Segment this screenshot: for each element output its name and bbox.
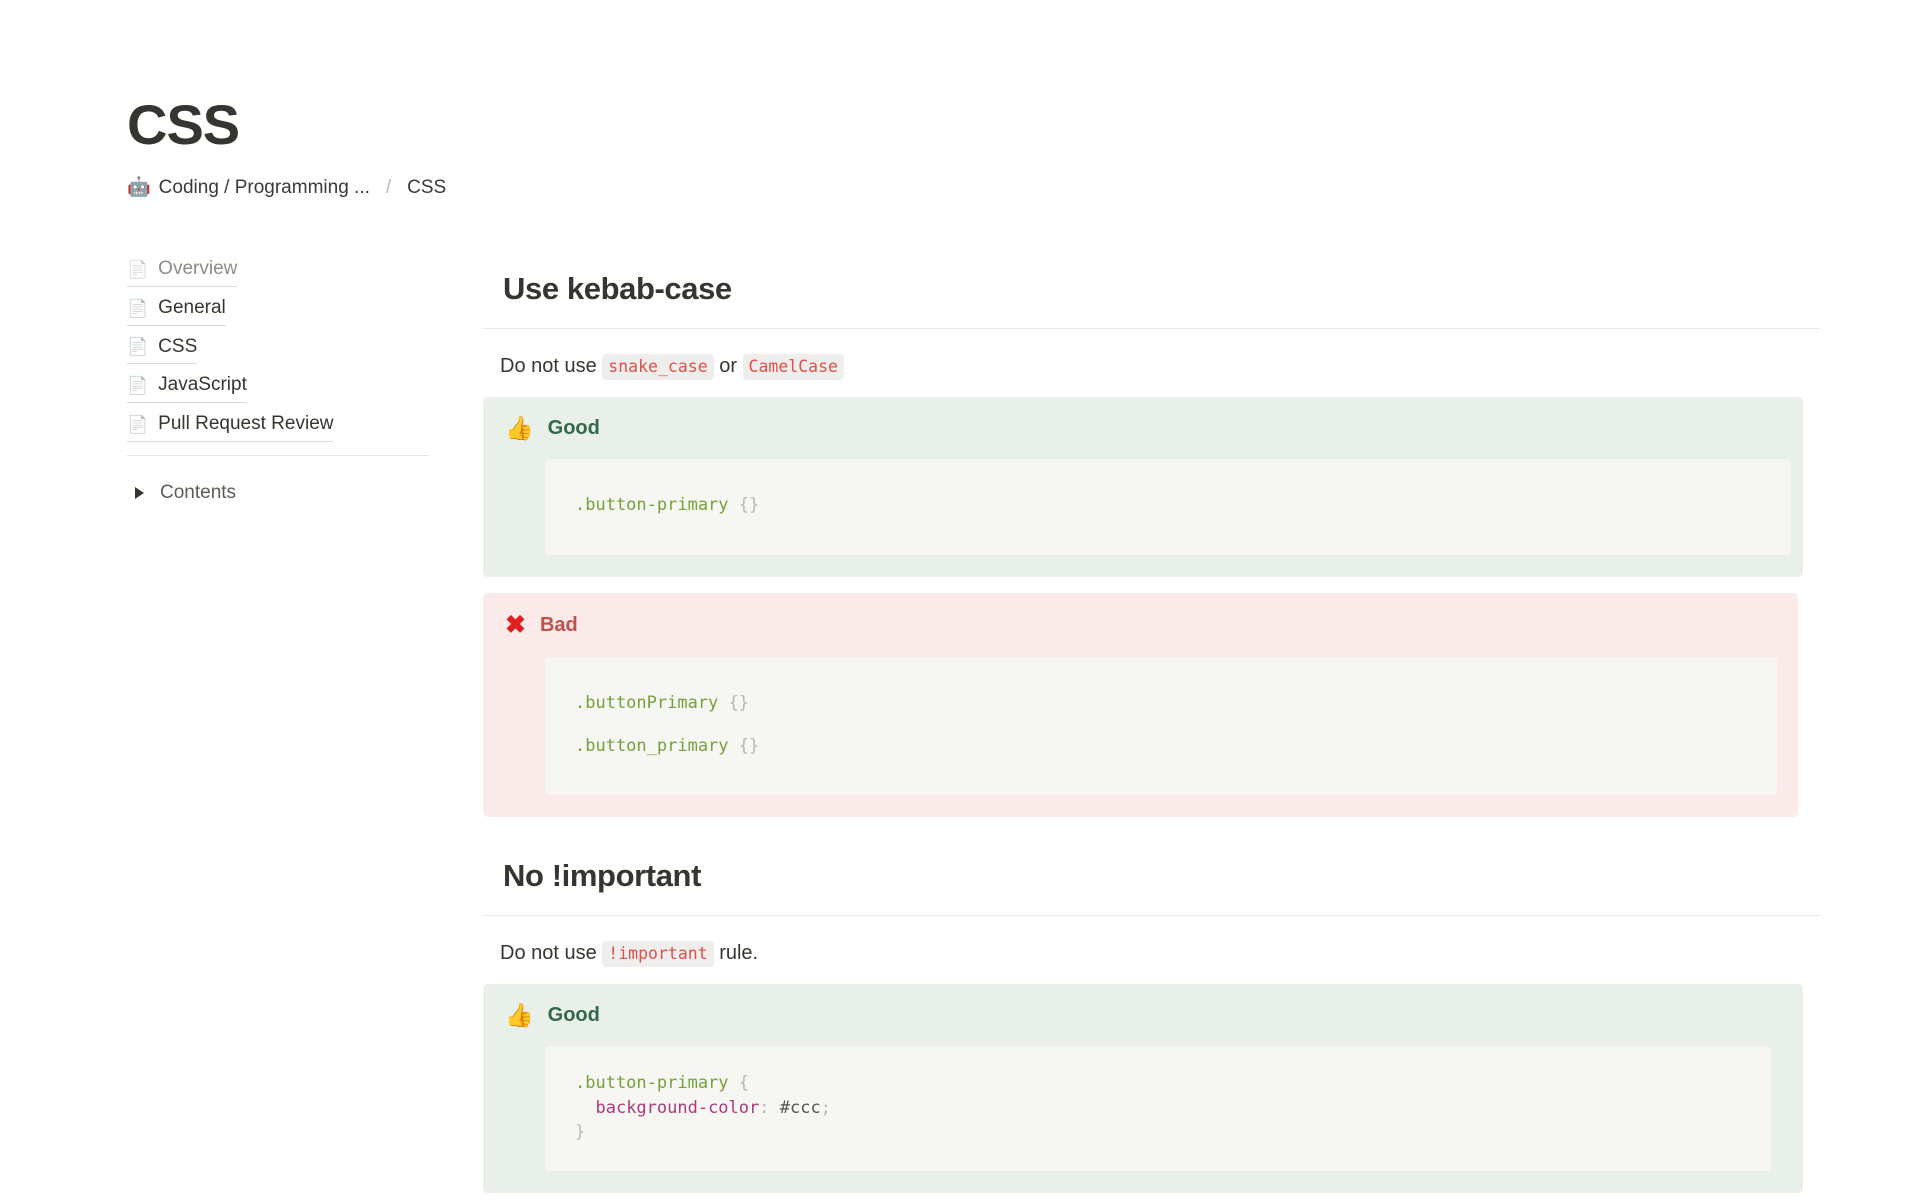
robot-icon: 🤖 — [127, 177, 151, 199]
sidebar-item-javascript[interactable]: 📄 JavaScript — [127, 371, 247, 404]
section-paragraph: Do not use snake_case or CamelCase — [500, 351, 1823, 381]
code-braces: {} — [718, 692, 750, 713]
paragraph-text-middle: or — [713, 355, 743, 378]
callout-header: 👍 Good — [505, 417, 1781, 440]
code-brace-open: { — [728, 1073, 750, 1094]
page-icon: 📄 — [127, 298, 149, 318]
callout-label: Good — [547, 417, 600, 440]
sidebar-item-css[interactable]: 📄 CSS — [127, 333, 198, 365]
code-property: background-color — [595, 1097, 760, 1118]
thumbs-up-icon: 👍 — [505, 415, 534, 442]
page-header: CSS 🤖 Coding / Programming ... / CSS — [127, 93, 1827, 199]
code-block: .buttonPrimary {} .button_primary {} — [545, 656, 1777, 796]
code-block: .button-primary { background-color: #ccc… — [545, 1046, 1771, 1171]
callout-bad: ✖ Bad .buttonPrimary {} .button_primary … — [483, 592, 1798, 818]
sidebar: 📄 Overview 📄 General 📄 CSS 📄 JavaScript … — [127, 255, 433, 504]
page-icon: 📄 — [127, 259, 149, 279]
callout-label: Good — [547, 1004, 600, 1027]
code-selector: .button_primary — [575, 735, 729, 756]
inline-code-snake-case: snake_case — [602, 354, 714, 381]
main-content: Use kebab-case Do not use snake_case or … — [483, 270, 1823, 1193]
section-paragraph: Do not use !important rule. — [500, 938, 1823, 968]
code-block: .button-primary {} — [545, 459, 1791, 555]
breadcrumb-separator: / — [385, 176, 392, 198]
sidebar-item-general[interactable]: 📄 General — [127, 294, 226, 326]
contents-toggle[interactable]: Contents — [127, 482, 236, 504]
page-icon: 📄 — [127, 376, 149, 396]
paragraph-text-before: Do not use — [500, 942, 603, 965]
paragraph-text-middle: rule. — [713, 942, 759, 965]
page-title: CSS — [127, 93, 240, 156]
code-selector: .buttonPrimary — [575, 692, 719, 713]
sidebar-item-label: Overview — [158, 258, 238, 279]
inline-code-camel-case: CamelCase — [742, 354, 844, 381]
section-divider — [483, 328, 1820, 330]
page-icon: 📄 — [127, 415, 149, 435]
code-colon: : — [759, 1097, 780, 1118]
code-brace-close: } — [575, 1121, 586, 1142]
breadcrumb-current[interactable]: CSS — [407, 177, 446, 199]
page-root: CSS 🤖 Coding / Programming ... / CSS 📄 O… — [0, 0, 1920, 1199]
contents-label: Contents — [160, 481, 237, 503]
code-braces: {} — [728, 495, 760, 516]
cross-mark-icon: ✖ — [505, 610, 526, 639]
callout-header: 👍 Good — [505, 1004, 1781, 1027]
section-heading: No !important — [503, 858, 701, 894]
chevron-right-icon[interactable] — [135, 486, 144, 499]
page-icon: 📄 — [127, 337, 149, 357]
code-selector: .button-primary — [575, 495, 729, 516]
sidebar-item-label: JavaScript — [158, 374, 247, 396]
sidebar-item-label: CSS — [158, 335, 198, 357]
sidebar-item-label: General — [158, 296, 226, 318]
sidebar-divider — [127, 454, 429, 456]
code-braces: {} — [728, 735, 760, 756]
sidebar-item-overview[interactable]: 📄 Overview — [127, 255, 238, 287]
section-divider — [483, 915, 1820, 917]
section-no-important: No !important Do not use !important rule… — [483, 857, 1823, 1193]
code-value: #ccc — [779, 1097, 821, 1118]
breadcrumb-parent-link[interactable]: Coding / Programming ... — [159, 177, 370, 199]
code-semicolon: ; — [820, 1097, 831, 1118]
breadcrumb: 🤖 Coding / Programming ... / CSS — [127, 177, 1827, 199]
callout-good: 👍 Good .button-primary { background-colo… — [483, 984, 1803, 1193]
inline-code-important: !important — [602, 941, 714, 968]
sidebar-item-label: Pull Request Review — [158, 413, 334, 435]
callout-header: ✖ Bad — [505, 610, 1776, 639]
section-heading: Use kebab-case — [503, 271, 732, 306]
code-selector: .button-primary — [575, 1073, 729, 1094]
sidebar-item-pull-request-review[interactable]: 📄 Pull Request Review — [127, 410, 334, 442]
section-use-kebab-case: Use kebab-case Do not use snake_case or … — [483, 270, 1823, 818]
thumbs-up-icon: 👍 — [505, 1002, 534, 1029]
callout-good: 👍 Good .button-primary {} — [483, 397, 1803, 577]
paragraph-text-before: Do not use — [500, 355, 603, 378]
callout-label: Bad — [539, 613, 578, 636]
